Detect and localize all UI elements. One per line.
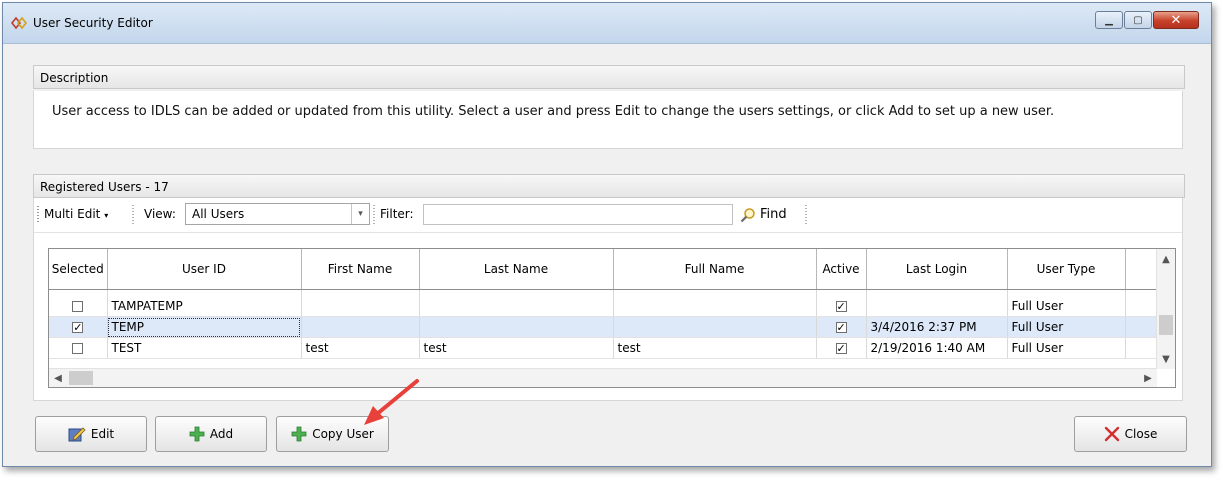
users-toolbar: Multi Edit ▾ View: All Users ▾ Filter: F… — [34, 198, 1182, 233]
toolbar-separator — [132, 205, 134, 225]
active-cell[interactable]: ✓ — [816, 337, 867, 359]
edit-button[interactable]: Edit — [35, 416, 147, 452]
filler-cell — [1125, 316, 1160, 338]
toolbar-separator — [805, 205, 807, 225]
user-id-cell[interactable]: TEST — [107, 337, 302, 359]
chevron-down-icon[interactable]: ▾ — [351, 204, 369, 224]
add-button-label: Add — [209, 427, 234, 441]
selected-checkbox[interactable]: ✓ — [72, 322, 84, 333]
selected-cell[interactable]: ✓ — [49, 316, 108, 338]
table-row[interactable]: ✓ TEMP ✓ 3/4/2016 2:37 PM Full User — [49, 316, 1160, 338]
grid-header-row: Selected User ID First Name Last Name Fu… — [49, 249, 1160, 290]
column-header-last-login[interactable]: Last Login — [866, 249, 1008, 290]
horizontal-scrollbar[interactable]: ◀ ▶ — [49, 368, 1157, 387]
column-header-active[interactable]: Active — [816, 249, 867, 290]
user-type-cell[interactable]: Full User — [1007, 337, 1126, 359]
minimize-icon: ▁ — [1105, 14, 1113, 26]
title-bar[interactable]: User Security Editor ▁ ▢ ✕ — [3, 3, 1211, 44]
view-select-value: All Users — [192, 207, 245, 221]
active-checkbox[interactable]: ✓ — [835, 301, 847, 312]
column-header-selected[interactable]: Selected — [49, 249, 108, 290]
scroll-up-icon[interactable]: ▲ — [1157, 251, 1175, 267]
full-name-cell[interactable]: test — [613, 337, 817, 359]
toolbar-separator — [373, 205, 375, 225]
edit-button-label: Edit — [90, 427, 115, 441]
find-button[interactable]: Find — [740, 204, 787, 225]
last-login-cell[interactable]: 2/19/2016 1:40 AM — [866, 337, 1008, 359]
view-label: View: — [144, 207, 176, 221]
full-name-cell[interactable] — [613, 316, 817, 338]
close-button[interactable]: Close — [1074, 416, 1187, 452]
description-header: Description — [33, 65, 1185, 89]
description-panel: User access to IDLS can be added or upda… — [33, 91, 1183, 149]
view-select[interactable]: All Users ▾ — [185, 203, 370, 225]
filler-cell — [1125, 296, 1160, 317]
user-security-editor-window: User Security Editor ▁ ▢ ✕ Description U… — [2, 2, 1212, 467]
minimize-button[interactable]: ▁ — [1095, 11, 1123, 29]
horizontal-scroll-thumb[interactable] — [69, 371, 93, 385]
active-cell[interactable]: ✓ — [816, 316, 867, 338]
full-name-cell[interactable] — [613, 296, 817, 317]
toolbar-grip[interactable] — [37, 206, 39, 224]
selected-cell[interactable] — [49, 296, 108, 317]
plus-icon — [291, 426, 307, 442]
filler-cell — [1125, 337, 1160, 359]
plus-icon — [189, 426, 205, 442]
active-cell[interactable]: ✓ — [816, 296, 867, 317]
edit-pencil-icon — [68, 426, 86, 442]
scroll-right-icon[interactable]: ▶ — [1139, 369, 1157, 387]
users-grid: Selected User ID First Name Last Name Fu… — [48, 248, 1176, 388]
first-name-cell[interactable] — [301, 316, 420, 338]
last-name-cell[interactable] — [419, 316, 614, 338]
scroll-down-icon[interactable]: ▼ — [1157, 351, 1175, 367]
column-header-full-name[interactable]: Full Name — [613, 249, 817, 290]
scroll-left-icon[interactable]: ◀ — [49, 369, 67, 387]
user-type-cell[interactable]: Full User — [1007, 296, 1126, 317]
maximize-button[interactable]: ▢ — [1124, 11, 1152, 29]
user-id-cell[interactable]: TEMP — [107, 316, 302, 338]
selected-cell[interactable] — [49, 337, 108, 359]
column-header-user-id[interactable]: User ID — [107, 249, 302, 290]
column-header-user-type[interactable]: User Type — [1007, 249, 1126, 290]
multi-edit-dropdown[interactable]: Multi Edit ▾ — [44, 207, 108, 221]
description-text: User access to IDLS can be added or upda… — [52, 104, 1055, 119]
maximize-icon: ▢ — [1133, 14, 1143, 26]
close-icon: ✕ — [1170, 12, 1182, 28]
first-name-cell[interactable] — [301, 296, 420, 317]
filter-input[interactable] — [423, 204, 733, 225]
user-id-cell[interactable]: TAMPATEMP — [107, 296, 302, 317]
first-name-cell[interactable]: test — [301, 337, 420, 359]
selected-checkbox[interactable] — [72, 301, 84, 312]
user-type-cell[interactable]: Full User — [1007, 316, 1126, 338]
vertical-scroll-thumb[interactable] — [1159, 315, 1173, 335]
column-header-first-name[interactable]: First Name — [301, 249, 420, 290]
last-login-cell[interactable]: 3/4/2016 2:37 PM — [866, 316, 1008, 338]
vertical-scrollbar[interactable]: ▲ ▼ — [1156, 249, 1175, 369]
active-checkbox[interactable]: ✓ — [835, 343, 847, 354]
add-button[interactable]: Add — [155, 416, 267, 452]
table-row[interactable]: TAMPATEMP ✓ Full User — [49, 296, 1160, 317]
filter-label: Filter: — [380, 207, 414, 221]
table-row[interactable]: TEST test test test ✓ 2/19/2016 1:40 AM … — [49, 337, 1160, 359]
dropdown-arrow-icon: ▾ — [104, 211, 109, 220]
close-button-label: Close — [1124, 427, 1158, 441]
column-header-filler — [1125, 249, 1160, 290]
last-login-cell[interactable] — [866, 296, 1008, 317]
registered-users-panel: Multi Edit ▾ View: All Users ▾ Filter: F… — [33, 198, 1183, 401]
magnifier-icon — [740, 207, 755, 222]
selected-checkbox[interactable] — [72, 343, 84, 354]
find-label: Find — [760, 207, 787, 222]
last-name-cell[interactable] — [419, 296, 614, 317]
annotation-arrow — [364, 379, 419, 425]
multi-edit-label: Multi Edit — [44, 207, 101, 221]
column-header-last-name[interactable]: Last Name — [419, 249, 614, 290]
red-x-icon — [1104, 426, 1120, 442]
last-name-cell[interactable]: test — [419, 337, 614, 359]
window-title: User Security Editor — [33, 16, 153, 30]
window-close-button[interactable]: ✕ — [1153, 11, 1199, 29]
active-checkbox[interactable]: ✓ — [835, 322, 847, 333]
app-diamond-icon — [11, 16, 27, 30]
registered-users-header: Registered Users - 17 — [33, 174, 1185, 198]
